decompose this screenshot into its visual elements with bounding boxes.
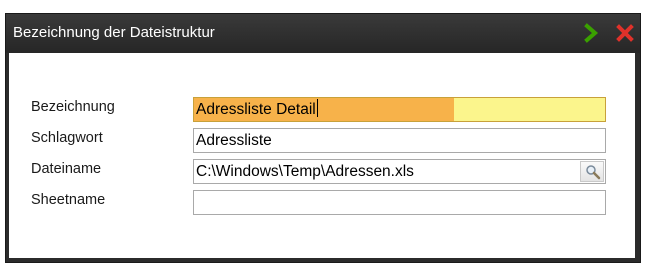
sheetname-label: Sheetname [31,192,106,208]
bezeichnung-label: Bezeichnung [31,99,115,115]
dateiname-value: C:\Windows\Temp\Adressen.xls [196,163,414,180]
close-button[interactable] [615,23,635,43]
browse-file-button[interactable] [580,161,604,182]
magnifier-icon [586,165,601,180]
window-title: Bezeichnung der Dateistruktur [13,24,215,41]
schlagwort-label: Schlagwort [31,130,103,146]
confirm-button[interactable] [583,23,601,43]
title-bar[interactable]: Bezeichnung der Dateistruktur [6,14,640,53]
dateiname-input[interactable]: C:\Windows\Temp\Adressen.xls [193,159,606,184]
text-caret [316,99,318,117]
form-panel: Bezeichnung Adressliste Detail Schlagwor… [9,53,635,258]
bezeichnung-value: Adressliste Detail [196,101,316,118]
chevron-right-icon [584,23,599,43]
dialog-window: Bezeichnung der Dateistruktur Bezeichnun… [5,13,641,263]
dateiname-label: Dateiname [31,161,102,177]
close-icon [616,24,634,42]
schlagwort-value: Adressliste [196,132,272,149]
sheetname-input[interactable] [193,190,606,215]
bezeichnung-input[interactable]: Adressliste Detail [193,97,606,122]
schlagwort-input[interactable]: Adressliste [193,128,606,153]
